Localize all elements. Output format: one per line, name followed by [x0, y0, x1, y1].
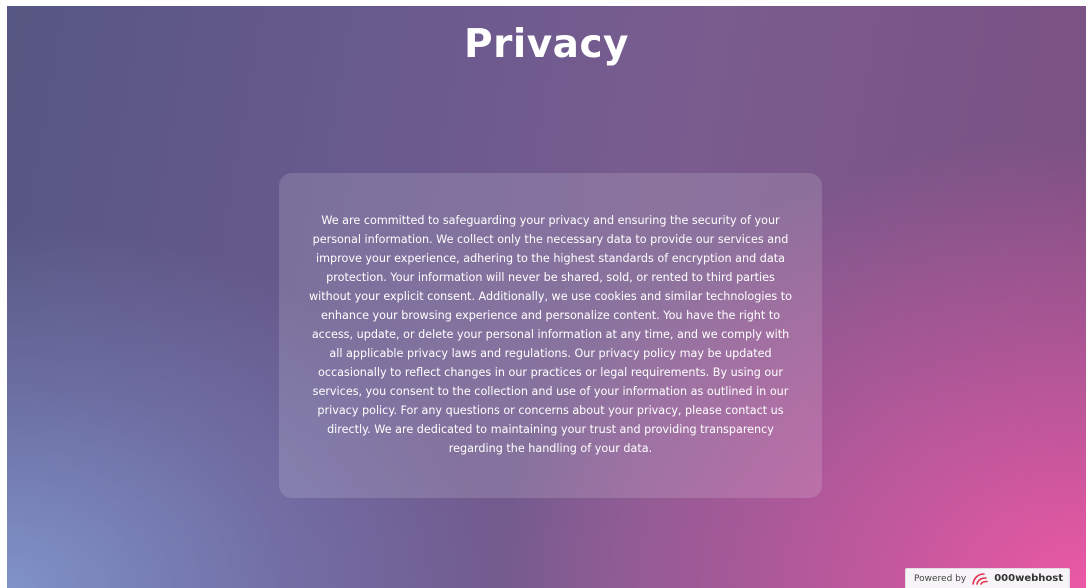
privacy-card: We are committed to safeguarding your pr… — [279, 173, 822, 498]
powered-by-label: Powered by — [914, 573, 967, 584]
page-background: Privacy We are committed to safeguarding… — [7, 6, 1086, 588]
000webhost-logo-icon — [971, 572, 989, 585]
powered-by-badge[interactable]: Powered by 000webhost — [905, 568, 1070, 588]
powered-by-brand: 000webhost — [994, 573, 1063, 584]
privacy-text: We are committed to safeguarding your pr… — [309, 214, 792, 455]
page-title: Privacy — [464, 22, 629, 67]
